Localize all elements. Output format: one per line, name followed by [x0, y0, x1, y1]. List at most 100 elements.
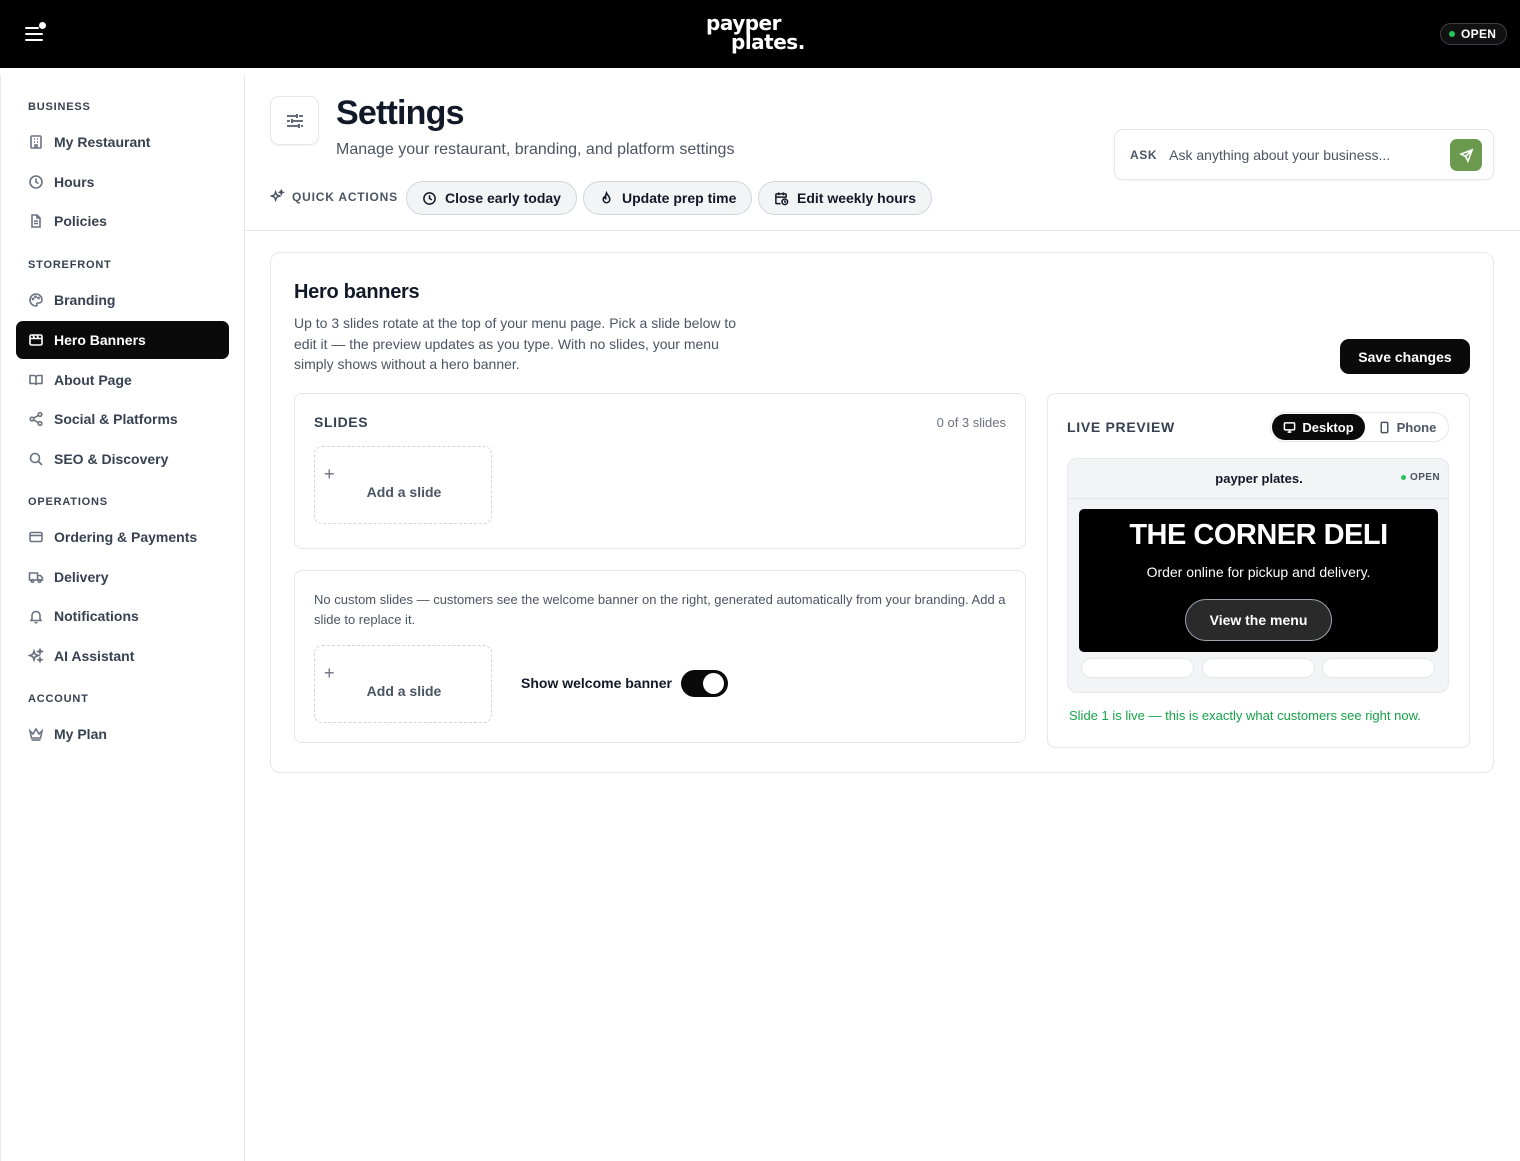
phone-tab-label: Phone — [1396, 419, 1437, 435]
show-welcome-banner-label: Show welcome banner — [521, 675, 672, 691]
clock-icon — [28, 174, 44, 190]
header-divider — [245, 230, 1520, 231]
preview-site-logo: payper plates. — [1215, 471, 1303, 486]
slides-count: 0 of 3 slides — [936, 415, 1006, 430]
sidebar-item-label: Branding — [54, 292, 116, 308]
sidebar-item-label: Hours — [54, 174, 95, 190]
preview-placeholder-pill — [1081, 658, 1194, 678]
preview-hero-title: THE CORNER DELI — [1129, 519, 1388, 551]
credit-card-icon — [28, 529, 44, 545]
page-subtitle: Manage your restaurant, branding, and pl… — [336, 141, 735, 158]
sidebar-item-ordering-payments[interactable]: Ordering & Payments — [16, 518, 229, 556]
send-icon — [1458, 148, 1473, 163]
sidebar-section-operations: OPERATIONS — [28, 496, 108, 508]
sidebar-item-ai-assistant[interactable]: AI Assistant — [16, 637, 229, 675]
phone-icon — [1380, 421, 1389, 433]
sidebar-item-policies[interactable]: Policies — [16, 202, 229, 240]
preview-hero-banner: THE CORNER DELI Order online for pickup … — [1079, 509, 1438, 652]
sidebar-item-label: Delivery — [54, 569, 109, 585]
add-slide-label: Add a slide — [366, 683, 442, 699]
sidebar-item-my-restaurant[interactable]: My Restaurant — [16, 123, 229, 161]
page-title: Settings — [336, 94, 465, 132]
book-icon — [28, 372, 44, 388]
status-label: OPEN — [1461, 27, 1497, 41]
toggle-knob — [703, 673, 724, 694]
preview-live-caption: Slide 1 is live — this is exactly what c… — [1069, 708, 1421, 723]
sidebar-item-notifications[interactable]: Notifications — [16, 597, 229, 635]
sidebar-item-hours[interactable]: Hours — [16, 163, 229, 201]
status-dot-icon — [1401, 475, 1407, 480]
preview-status-badge: OPEN — [1401, 472, 1440, 483]
quick-action-label: Update prep time — [622, 190, 737, 206]
sidebar-item-social-platforms[interactable]: Social & Platforms — [16, 400, 229, 438]
building-icon — [28, 134, 44, 150]
sidebar-item-label: Ordering & Payments — [54, 529, 198, 545]
preview-view-menu-button[interactable]: View the menu — [1185, 599, 1332, 641]
sidebar-item-label: Social & Platforms — [54, 411, 178, 427]
menu-icon[interactable] — [22, 22, 48, 46]
add-slide-button[interactable]: + Add a slide — [314, 446, 492, 524]
sidebar-item-delivery[interactable]: Delivery — [16, 558, 229, 596]
brand-logo[interactable]: payper plates. — [706, 13, 805, 52]
preview-site-header: payper plates. OPEN — [1068, 459, 1448, 499]
device-toggle: Desktop Phone — [1270, 412, 1449, 442]
palette-icon — [28, 292, 44, 308]
sidebar-item-label: My Plan — [54, 726, 107, 742]
phone-tab[interactable]: Phone — [1367, 414, 1447, 440]
sidebar-section-business: BUSINESS — [28, 101, 91, 113]
ask-label: ASK — [1130, 147, 1158, 162]
quick-actions-text: QUICK ACTIONS — [292, 189, 398, 204]
sidebar-item-label: Notifications — [54, 608, 139, 624]
sidebar-section-account: ACCOUNT — [28, 693, 89, 705]
save-changes-button[interactable]: Save changes — [1340, 339, 1470, 374]
sidebar-item-my-plan[interactable]: My Plan — [16, 715, 229, 753]
sidebar-item-label: My Restaurant — [54, 134, 151, 150]
sidebar-item-branding[interactable]: Branding — [16, 281, 229, 319]
plus-icon: + — [324, 464, 335, 484]
desktop-tab[interactable]: Desktop — [1272, 414, 1365, 440]
sidebar-item-label: SEO & Discovery — [54, 451, 169, 467]
truck-icon — [28, 569, 44, 585]
live-preview-title: LIVE PREVIEW — [1067, 419, 1175, 435]
edit-weekly-hours-button[interactable]: Edit weekly hours — [758, 181, 933, 215]
sidebar-item-seo-discovery[interactable]: SEO & Discovery — [16, 440, 229, 478]
quick-action-label: Close early today — [445, 190, 561, 206]
welcome-info-text: No custom slides — customers see the wel… — [314, 592, 1006, 627]
ask-box: ASK — [1114, 129, 1494, 180]
image-frame-icon — [28, 332, 44, 348]
plus-icon: + — [324, 663, 335, 683]
sidebar-item-label: AI Assistant — [54, 648, 135, 664]
status-dot-icon — [1449, 31, 1455, 37]
show-welcome-banner-toggle[interactable] — [681, 670, 728, 697]
preview-status-label: OPEN — [1410, 472, 1440, 483]
calendar-clock-icon — [775, 191, 789, 205]
update-prep-time-button[interactable]: Update prep time — [583, 181, 753, 215]
sidebar-item-label: Policies — [54, 213, 107, 229]
clock-icon — [423, 191, 436, 205]
quick-action-label: Edit weekly hours — [797, 190, 917, 206]
settings-sliders-icon — [270, 96, 319, 145]
sidebar-item-label: About Page — [54, 372, 132, 388]
status-badge[interactable]: OPEN — [1440, 23, 1508, 45]
sidebar-item-label: Hero Banners — [54, 332, 146, 348]
send-button[interactable] — [1450, 139, 1482, 171]
bell-icon — [28, 608, 44, 624]
sparkles-icon — [270, 189, 285, 203]
preview-placeholder-pill — [1322, 658, 1435, 678]
sidebar-item-about-page[interactable]: About Page — [16, 361, 229, 399]
quick-actions-label: QUICK ACTIONS — [270, 189, 398, 204]
card-title: Hero banners — [294, 281, 420, 303]
search-icon — [28, 451, 44, 467]
monitor-icon — [1283, 421, 1296, 433]
flame-icon — [602, 190, 611, 203]
sidebar-section-storefront: STOREFRONT — [28, 259, 112, 271]
top-bar: payper plates. OPEN — [0, 0, 1520, 68]
add-slide-button-secondary[interactable]: + Add a slide — [314, 645, 492, 723]
preview-hero-subtitle: Order online for pickup and delivery. — [1146, 564, 1371, 580]
desktop-tab-label: Desktop — [1302, 419, 1354, 435]
close-early-today-button[interactable]: Close early today — [406, 181, 577, 215]
crown-icon — [28, 726, 44, 742]
document-icon — [28, 213, 44, 229]
ask-input[interactable] — [1169, 146, 1440, 163]
sidebar-item-hero-banners[interactable]: Hero Banners — [16, 321, 229, 359]
